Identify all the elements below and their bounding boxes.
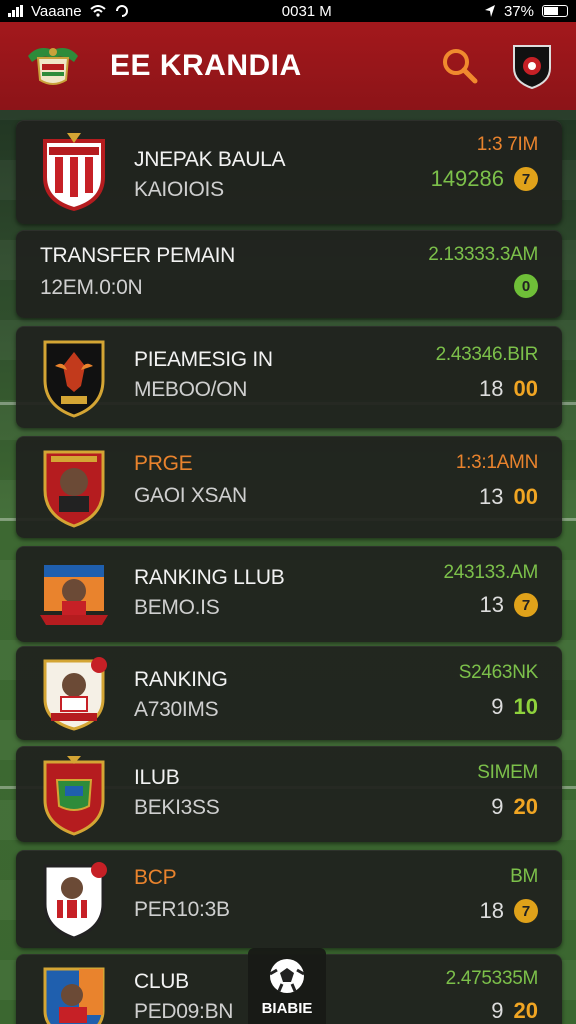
item-meta: 18 00 xyxy=(479,376,538,402)
bottom-tab-label: BIABIE xyxy=(261,1000,313,1017)
item-highlight: 10 xyxy=(513,694,538,719)
item-time: 1:3 7IM xyxy=(476,134,539,155)
item-subtitle: BEMO.IS xyxy=(134,596,220,619)
item-title: TRANSFER PEMAIN xyxy=(40,244,236,267)
item-count: 18 xyxy=(479,898,504,923)
status-bar: Vaaane 0031 M 37% xyxy=(0,0,576,22)
club-badge xyxy=(38,960,110,1024)
item-count: 9 xyxy=(491,998,504,1023)
status-time: 0031 M xyxy=(281,2,332,20)
item-time: 243133.AM xyxy=(443,562,539,583)
app-header: EE KRANDIA xyxy=(0,22,576,110)
club-badge xyxy=(38,754,110,836)
item-highlight: 00 xyxy=(513,376,538,401)
item-time: BM xyxy=(510,866,538,887)
item-title: RANKING xyxy=(134,668,228,691)
item-title: PIEAMESIG IN xyxy=(134,348,273,371)
item-title: BCP xyxy=(134,866,177,889)
item-time: S2463NK xyxy=(458,662,539,683)
item-meta: 13 7 xyxy=(480,592,538,618)
item-meta: 9 20 xyxy=(491,794,538,820)
list-item[interactable]: ILUB BEKI3SS SIMEM 9 20 xyxy=(16,746,562,842)
wifi-icon xyxy=(89,5,106,17)
item-highlight: 20 xyxy=(513,998,538,1023)
item-time: 2.475335M xyxy=(445,968,539,989)
item-subtitle: MEBOO/ON xyxy=(134,378,248,401)
club-crest-icon xyxy=(513,45,551,90)
item-highlight: 20 xyxy=(513,794,538,819)
status-dot: 0 xyxy=(514,274,538,298)
item-meta: 9 20 xyxy=(491,998,538,1024)
list-item[interactable]: RANKING LLUB BEMO.IS 243133.AM 13 7 xyxy=(16,546,562,642)
item-subtitle: KAIOIOIS xyxy=(134,178,224,201)
search-icon xyxy=(443,49,478,84)
list-item[interactable]: JNEPAK BAULA KAIOIOIS 1:3 7IM 149286 7 xyxy=(16,120,562,224)
list-item[interactable]: PIEAMESIG IN MEBOO/ON 2.43346.BIR 18 00 xyxy=(16,326,562,428)
item-subtitle: 12EM.0:0N xyxy=(40,276,143,299)
battery-percent: 37% xyxy=(503,2,534,20)
item-time: SIMEM xyxy=(477,762,538,783)
item-count: 18 xyxy=(479,376,504,401)
item-subtitle: PER10:3B xyxy=(134,898,230,921)
item-title: ILUB xyxy=(134,766,180,789)
list-item[interactable]: PRGE GAOI XSAN 1:3:1AMN 13 00 xyxy=(16,436,562,538)
item-time: 1:3:1AMN xyxy=(455,452,538,473)
item-meta: 149286 7 xyxy=(431,166,538,192)
item-subtitle: PED09:BN xyxy=(134,1000,234,1023)
item-subtitle: GAOI XSAN xyxy=(134,484,247,507)
club-badge xyxy=(38,554,110,636)
club-badge xyxy=(38,130,110,212)
item-meta: 0 xyxy=(504,274,538,298)
item-highlight: 00 xyxy=(513,484,538,509)
item-title: JNEPAK BAULA xyxy=(134,148,286,171)
app-title: EE KRANDIA xyxy=(110,49,302,82)
club-profile-button[interactable] xyxy=(510,42,554,90)
item-subtitle: BEKI3SS xyxy=(134,796,220,819)
club-badge xyxy=(38,336,110,418)
item-time: 2.43346.BIR xyxy=(435,344,539,365)
signal-icon xyxy=(8,5,23,17)
item-count: 9 xyxy=(491,694,504,719)
app-logo[interactable] xyxy=(24,41,82,91)
item-title: PRGE xyxy=(134,452,193,475)
item-time: 2.13333.3AM xyxy=(428,244,538,265)
carrier-name: Vaaane xyxy=(31,2,82,20)
item-meta: 18 7 xyxy=(480,898,538,924)
list-item[interactable]: RANKING A730IMS S2463NK 9 10 xyxy=(16,646,562,740)
item-subtitle: A730IMS xyxy=(134,698,219,721)
status-dot: 7 xyxy=(514,593,538,617)
status-dot: 7 xyxy=(514,167,538,191)
item-title: RANKING LLUB xyxy=(134,566,285,589)
search-button[interactable] xyxy=(440,46,480,86)
item-count: 149286 xyxy=(430,166,504,191)
bottom-tab-button[interactable]: BIABIE xyxy=(248,948,326,1024)
location-icon xyxy=(484,5,495,17)
club-badge xyxy=(38,652,110,734)
item-title: CLUB xyxy=(134,970,189,993)
battery-icon xyxy=(542,5,568,17)
item-count: 13 xyxy=(479,592,504,617)
list-item[interactable]: TRANSFER PEMAIN 12EM.0:0N 2.13333.3AM 0 xyxy=(16,230,562,318)
status-dot: 7 xyxy=(514,899,538,923)
list-item[interactable]: BCP PER10:3B BM 18 7 xyxy=(16,850,562,948)
item-count: 9 xyxy=(491,794,504,819)
item-meta: 9 10 xyxy=(491,694,538,720)
item-count: 13 xyxy=(479,484,504,509)
sync-icon xyxy=(115,5,128,17)
football-icon xyxy=(269,959,305,993)
club-badge xyxy=(38,446,110,528)
club-badge xyxy=(38,858,110,940)
item-meta: 13 00 xyxy=(479,484,538,510)
